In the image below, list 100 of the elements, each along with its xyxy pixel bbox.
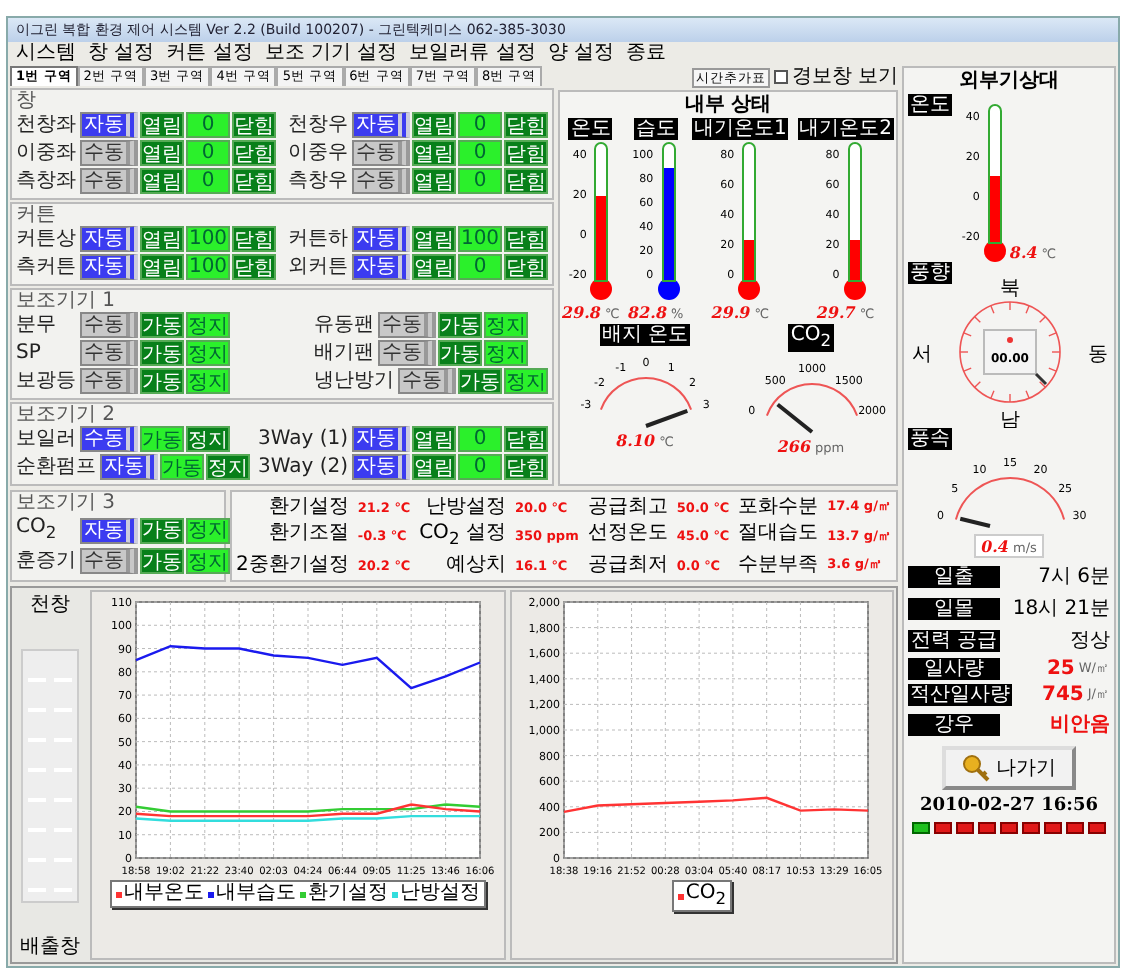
stop-button[interactable]: 정지 — [504, 368, 548, 394]
exit-button[interactable]: 나가기 — [942, 746, 1076, 790]
close-button[interactable]: 닫힘 — [232, 254, 276, 280]
start-button[interactable]: 가동 — [140, 548, 184, 574]
sensor-value: 29.7 — [816, 302, 856, 322]
mode-switch[interactable]: 자동 — [352, 426, 410, 452]
open-button[interactable]: 열림 — [140, 168, 184, 194]
row-label: 보일러 — [16, 426, 76, 452]
close-button[interactable]: 닫힘 — [232, 112, 276, 138]
menu-item[interactable]: 커튼 설정 — [166, 42, 253, 66]
stop-button[interactable]: 정지 — [186, 368, 230, 394]
menu-item[interactable]: 시스템 — [16, 42, 76, 66]
sensor-label: 습도 — [633, 118, 678, 140]
open-button[interactable]: 열림 — [412, 140, 456, 166]
mode-switch[interactable]: 수동 — [378, 340, 436, 366]
info-label: 적산일사량 — [908, 684, 1012, 706]
legend-swatch — [392, 891, 398, 897]
row-label: 이중좌 — [16, 140, 76, 166]
close-button[interactable]: 닫힘 — [504, 140, 548, 166]
start-button[interactable]: 가동 — [140, 426, 184, 452]
open-button[interactable]: 열림 — [140, 112, 184, 138]
mode-switch[interactable]: 자동 — [80, 517, 138, 543]
start-button[interactable]: 가동 — [160, 454, 204, 480]
mode-switch[interactable]: 자동 — [80, 112, 138, 138]
row-label: 이중우 — [288, 140, 348, 166]
key-icon — [962, 754, 990, 782]
stop-button[interactable]: 정지 — [186, 548, 230, 574]
position-value: 0 — [458, 426, 502, 452]
sensor-label: 풍향 — [908, 262, 952, 284]
mode-switch[interactable]: 자동 — [100, 454, 158, 480]
start-button[interactable]: 가동 — [140, 312, 184, 338]
alarm-checkbox[interactable] — [773, 70, 788, 84]
close-button[interactable]: 닫힘 — [232, 140, 276, 166]
mode-switch[interactable]: 수동 — [80, 426, 138, 452]
setpoint-label: 공급최저 — [587, 552, 668, 578]
mode-switch[interactable]: 수동 — [378, 312, 436, 338]
mode-switch[interactable]: 수동 — [80, 312, 138, 338]
start-button[interactable]: 가동 — [438, 340, 482, 366]
mode-switch[interactable]: 수동 — [352, 140, 410, 166]
open-button[interactable]: 열림 — [140, 254, 184, 280]
indicator-label: 천창 — [30, 592, 70, 618]
info-label: 일출 — [908, 565, 1000, 587]
stop-button[interactable]: 정지 — [186, 312, 230, 338]
mode-switch[interactable]: 수동 — [80, 168, 138, 194]
mode-switch[interactable]: 수동 — [398, 368, 456, 394]
close-button[interactable]: 닫힘 — [504, 226, 548, 252]
menu-item[interactable]: 양 설정 — [547, 42, 615, 66]
sensor-label: CO$_{2}$ — [788, 324, 834, 352]
start-button[interactable]: 가동 — [140, 340, 184, 366]
sensor-label: 온도 — [568, 118, 613, 140]
position-value: 0 — [458, 454, 502, 480]
open-button[interactable]: 열림 — [412, 254, 456, 280]
open-button[interactable]: 열림 — [140, 226, 184, 252]
row-label: 3Way (2) — [258, 454, 348, 480]
mode-switch[interactable]: 자동 — [352, 254, 410, 280]
menu-item[interactable]: 보일러류 설정 — [409, 42, 536, 66]
open-button[interactable]: 열림 — [412, 426, 456, 452]
open-button[interactable]: 열림 — [412, 112, 456, 138]
menu-item[interactable]: 보조 기기 설정 — [264, 42, 398, 66]
close-button[interactable]: 닫힘 — [504, 426, 548, 452]
setpoint-label: 공급최고 — [587, 494, 668, 520]
group-title: 보조기기 3 — [16, 492, 116, 514]
row-label: CO$_{2}$ — [16, 514, 59, 546]
mode-switch[interactable]: 자동 — [352, 226, 410, 252]
close-button[interactable]: 닫힘 — [504, 254, 548, 280]
stop-button[interactable]: 정지 — [186, 340, 230, 366]
sensor-label: 온도 — [908, 94, 952, 116]
close-button[interactable]: 닫힘 — [504, 168, 548, 194]
start-button[interactable]: 가동 — [458, 368, 502, 394]
mode-switch[interactable]: 수동 — [352, 168, 410, 194]
start-button[interactable]: 가동 — [140, 517, 184, 543]
open-button[interactable]: 열림 — [412, 226, 456, 252]
mode-switch[interactable]: 자동 — [352, 112, 410, 138]
stop-button[interactable]: 정지 — [206, 454, 250, 480]
open-button[interactable]: 열림 — [412, 454, 456, 480]
compass-dial — [958, 301, 1060, 403]
info-label: 일몰 — [908, 597, 1000, 619]
stop-button[interactable]: 정지 — [484, 340, 528, 366]
mode-switch[interactable]: 수동 — [80, 368, 138, 394]
close-button[interactable]: 닫힘 — [232, 226, 276, 252]
menu-item[interactable]: 창 설정 — [88, 42, 155, 66]
mode-switch[interactable]: 수동 — [80, 140, 138, 166]
mode-switch[interactable]: 자동 — [352, 454, 410, 480]
mode-switch[interactable]: 수동 — [80, 340, 138, 366]
close-button[interactable]: 닫힘 — [232, 168, 276, 194]
stop-button[interactable]: 정지 — [186, 517, 230, 543]
stop-button[interactable]: 정지 — [484, 312, 528, 338]
mode-switch[interactable]: 자동 — [80, 226, 138, 252]
mode-switch[interactable]: 수동 — [80, 548, 138, 574]
setpoint-label: 예상치 — [443, 552, 506, 578]
close-button[interactable]: 닫힘 — [504, 454, 548, 480]
open-button[interactable]: 열림 — [412, 168, 456, 194]
sensor-value: 266 — [777, 436, 812, 456]
stop-button[interactable]: 정지 — [186, 426, 230, 452]
start-button[interactable]: 가동 — [438, 312, 482, 338]
menu-item[interactable]: 종료 — [626, 42, 667, 66]
mode-switch[interactable]: 자동 — [80, 254, 138, 280]
open-button[interactable]: 열림 — [140, 140, 184, 166]
close-button[interactable]: 닫힘 — [504, 112, 548, 138]
start-button[interactable]: 가동 — [140, 368, 184, 394]
